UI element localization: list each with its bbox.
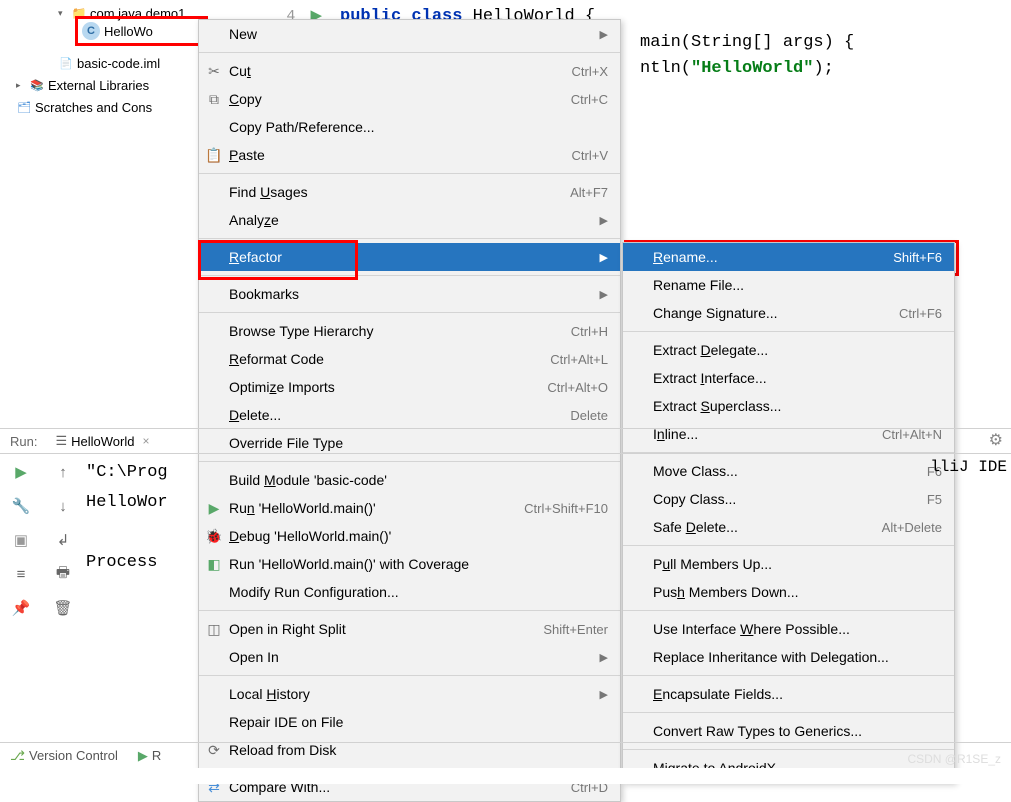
chevron-right-icon: ▸ — [16, 80, 26, 91]
menu-item-browse-hierarchy[interactable]: Browse Type HierarchyCtrl+H — [199, 317, 620, 345]
menu-item-paste[interactable]: 📋PasteCtrl+V — [199, 141, 620, 169]
menu-separator — [623, 712, 954, 713]
tree-file-label: HelloWo — [104, 24, 153, 39]
menu-item-cut[interactable]: ✂CutCtrl+X — [199, 57, 620, 85]
menu-item-open-in[interactable]: Open In▶ — [199, 643, 620, 671]
console-line-3[interactable]: Process — [86, 548, 1011, 578]
console-right-text: lliJ IDE — [930, 458, 1007, 476]
run-label: Run: — [0, 434, 47, 449]
code-text: ntln( — [640, 59, 691, 78]
menu-separator — [623, 331, 954, 332]
menu-item-new[interactable]: New▶ — [199, 20, 620, 48]
menu-item-modify-run[interactable]: Modify Run Configuration... — [199, 578, 620, 606]
code-string: "HelloWorld" — [691, 59, 813, 78]
submenu-arrow-icon: ▶ — [600, 251, 608, 264]
scissors-icon: ✂ — [205, 63, 223, 80]
menu-separator — [199, 173, 620, 174]
menu-item-copy[interactable]: ⧉CopyCtrl+C — [199, 85, 620, 113]
menu-item-rename[interactable]: Rename...Shift+F6 — [623, 243, 954, 271]
close-icon[interactable]: × — [142, 434, 149, 448]
menu-separator — [199, 675, 620, 676]
menu-item-delete[interactable]: Delete...Delete — [199, 401, 620, 429]
menu-item-refactor[interactable]: Refactor▶ — [199, 243, 620, 271]
menu-item-change-sig[interactable]: Change Signature...Ctrl+F6 — [623, 299, 954, 327]
run-tab-label: HelloWorld — [71, 434, 134, 449]
tab-run[interactable]: ▶ R — [128, 743, 171, 768]
soft-wrap-icon[interactable]: ↲ — [53, 530, 73, 550]
menu-item-repair-ide[interactable]: Repair IDE on File — [199, 708, 620, 736]
tab-label: R — [152, 748, 161, 763]
stop-icon[interactable]: ▣ — [11, 530, 31, 550]
copy-icon: ⧉ — [205, 91, 223, 108]
submenu-arrow-icon: ▶ — [600, 651, 608, 664]
branch-icon: ⎇ — [10, 748, 25, 764]
submenu-arrow-icon: ▶ — [600, 288, 608, 301]
menu-separator — [199, 610, 620, 611]
rerun-icon[interactable]: ▶ — [11, 462, 31, 482]
class-icon: C — [82, 22, 100, 40]
menu-item-extract-superclass[interactable]: Extract Superclass... — [623, 392, 954, 420]
menu-separator — [199, 52, 620, 53]
split-icon: ◫ — [205, 621, 223, 638]
file-icon: 📄 — [58, 55, 74, 71]
menu-item-encapsulate[interactable]: Encapsulate Fields... — [623, 680, 954, 708]
trash-icon[interactable]: 🗑 — [53, 598, 73, 618]
menu-item-reformat[interactable]: Reformat CodeCtrl+Alt+L — [199, 345, 620, 373]
submenu-arrow-icon: ▶ — [600, 28, 608, 41]
chevron-down-icon: ▾ — [58, 8, 68, 19]
submenu-arrow-icon: ▶ — [600, 214, 608, 227]
console-line-2[interactable]: HelloWor — [86, 488, 1011, 518]
tab-label: Version Control — [29, 748, 118, 763]
tree-file-highlight[interactable]: C HelloWo — [75, 16, 208, 46]
code-text: main(String[] args) { — [640, 33, 854, 52]
context-menu: New▶ ✂CutCtrl+X ⧉CopyCtrl+C Copy Path/Re… — [198, 19, 621, 802]
menu-item-extract-delegate[interactable]: Extract Delegate... — [623, 336, 954, 364]
menu-separator — [623, 675, 954, 676]
layout-icon[interactable]: ≡ — [11, 564, 31, 584]
tree-scratches-label: Scratches and Cons — [35, 100, 152, 115]
tree-scratches-row[interactable]: 🗂 Scratches and Cons — [0, 96, 210, 118]
menu-item-use-interface[interactable]: Use Interface Where Possible... — [623, 615, 954, 643]
submenu-arrow-icon: ▶ — [600, 688, 608, 701]
run-icon: ▶ — [138, 748, 148, 764]
down-icon[interactable]: ↓ — [53, 496, 73, 516]
menu-item-optimize-imports[interactable]: Optimize ImportsCtrl+Alt+O — [199, 373, 620, 401]
tree-ext-libs-row[interactable]: ▸ 📚 External Libraries — [0, 74, 210, 96]
tree-ext-libs-label: External Libraries — [48, 78, 149, 93]
menu-separator — [199, 275, 620, 276]
wrench-icon[interactable]: 🔧 — [11, 496, 31, 516]
menu-item-convert-raw[interactable]: Convert Raw Types to Generics... — [623, 717, 954, 745]
tree-iml-label: basic-code.iml — [77, 56, 160, 71]
menu-separator — [199, 238, 620, 239]
console-line-1[interactable]: "C:\Prog — [86, 458, 1011, 488]
menu-item-local-history[interactable]: Local History▶ — [199, 680, 620, 708]
menu-item-extract-interface[interactable]: Extract Interface... — [623, 364, 954, 392]
tab-version-control[interactable]: ⎇ Version Control — [0, 743, 128, 768]
menu-item-replace-inheritance[interactable]: Replace Inheritance with Delegation... — [623, 643, 954, 671]
status-bar — [0, 768, 1011, 784]
menu-item-open-split[interactable]: ◫Open in Right SplitShift+Enter — [199, 615, 620, 643]
run-tool-header: Run: ☰ HelloWorld × — [0, 428, 1011, 454]
tree-iml-row[interactable]: 📄 basic-code.iml — [0, 52, 210, 74]
menu-separator — [199, 312, 620, 313]
run-tab-icon: ☰ — [55, 433, 67, 449]
menu-item-rename-file[interactable]: Rename File... — [623, 271, 954, 299]
gear-icon[interactable]: ⚙ — [989, 430, 1003, 450]
paste-icon: 📋 — [205, 147, 223, 164]
code-text: ); — [813, 59, 833, 78]
menu-separator — [623, 610, 954, 611]
scratches-icon: 🗂 — [16, 99, 32, 115]
menu-item-push-down[interactable]: Push Members Down... — [623, 578, 954, 606]
menu-item-copy-path[interactable]: Copy Path/Reference... — [199, 113, 620, 141]
run-tab[interactable]: ☰ HelloWorld × — [47, 429, 157, 453]
up-icon[interactable]: ↑ — [53, 462, 73, 482]
print-icon[interactable]: 🖶 — [53, 564, 73, 584]
menu-item-bookmarks[interactable]: Bookmarks▶ — [199, 280, 620, 308]
pin-icon[interactable]: 📌 — [11, 598, 31, 618]
menu-item-analyze[interactable]: Analyze▶ — [199, 206, 620, 234]
menu-item-find-usages[interactable]: Find UsagesAlt+F7 — [199, 178, 620, 206]
library-icon: 📚 — [29, 77, 45, 93]
